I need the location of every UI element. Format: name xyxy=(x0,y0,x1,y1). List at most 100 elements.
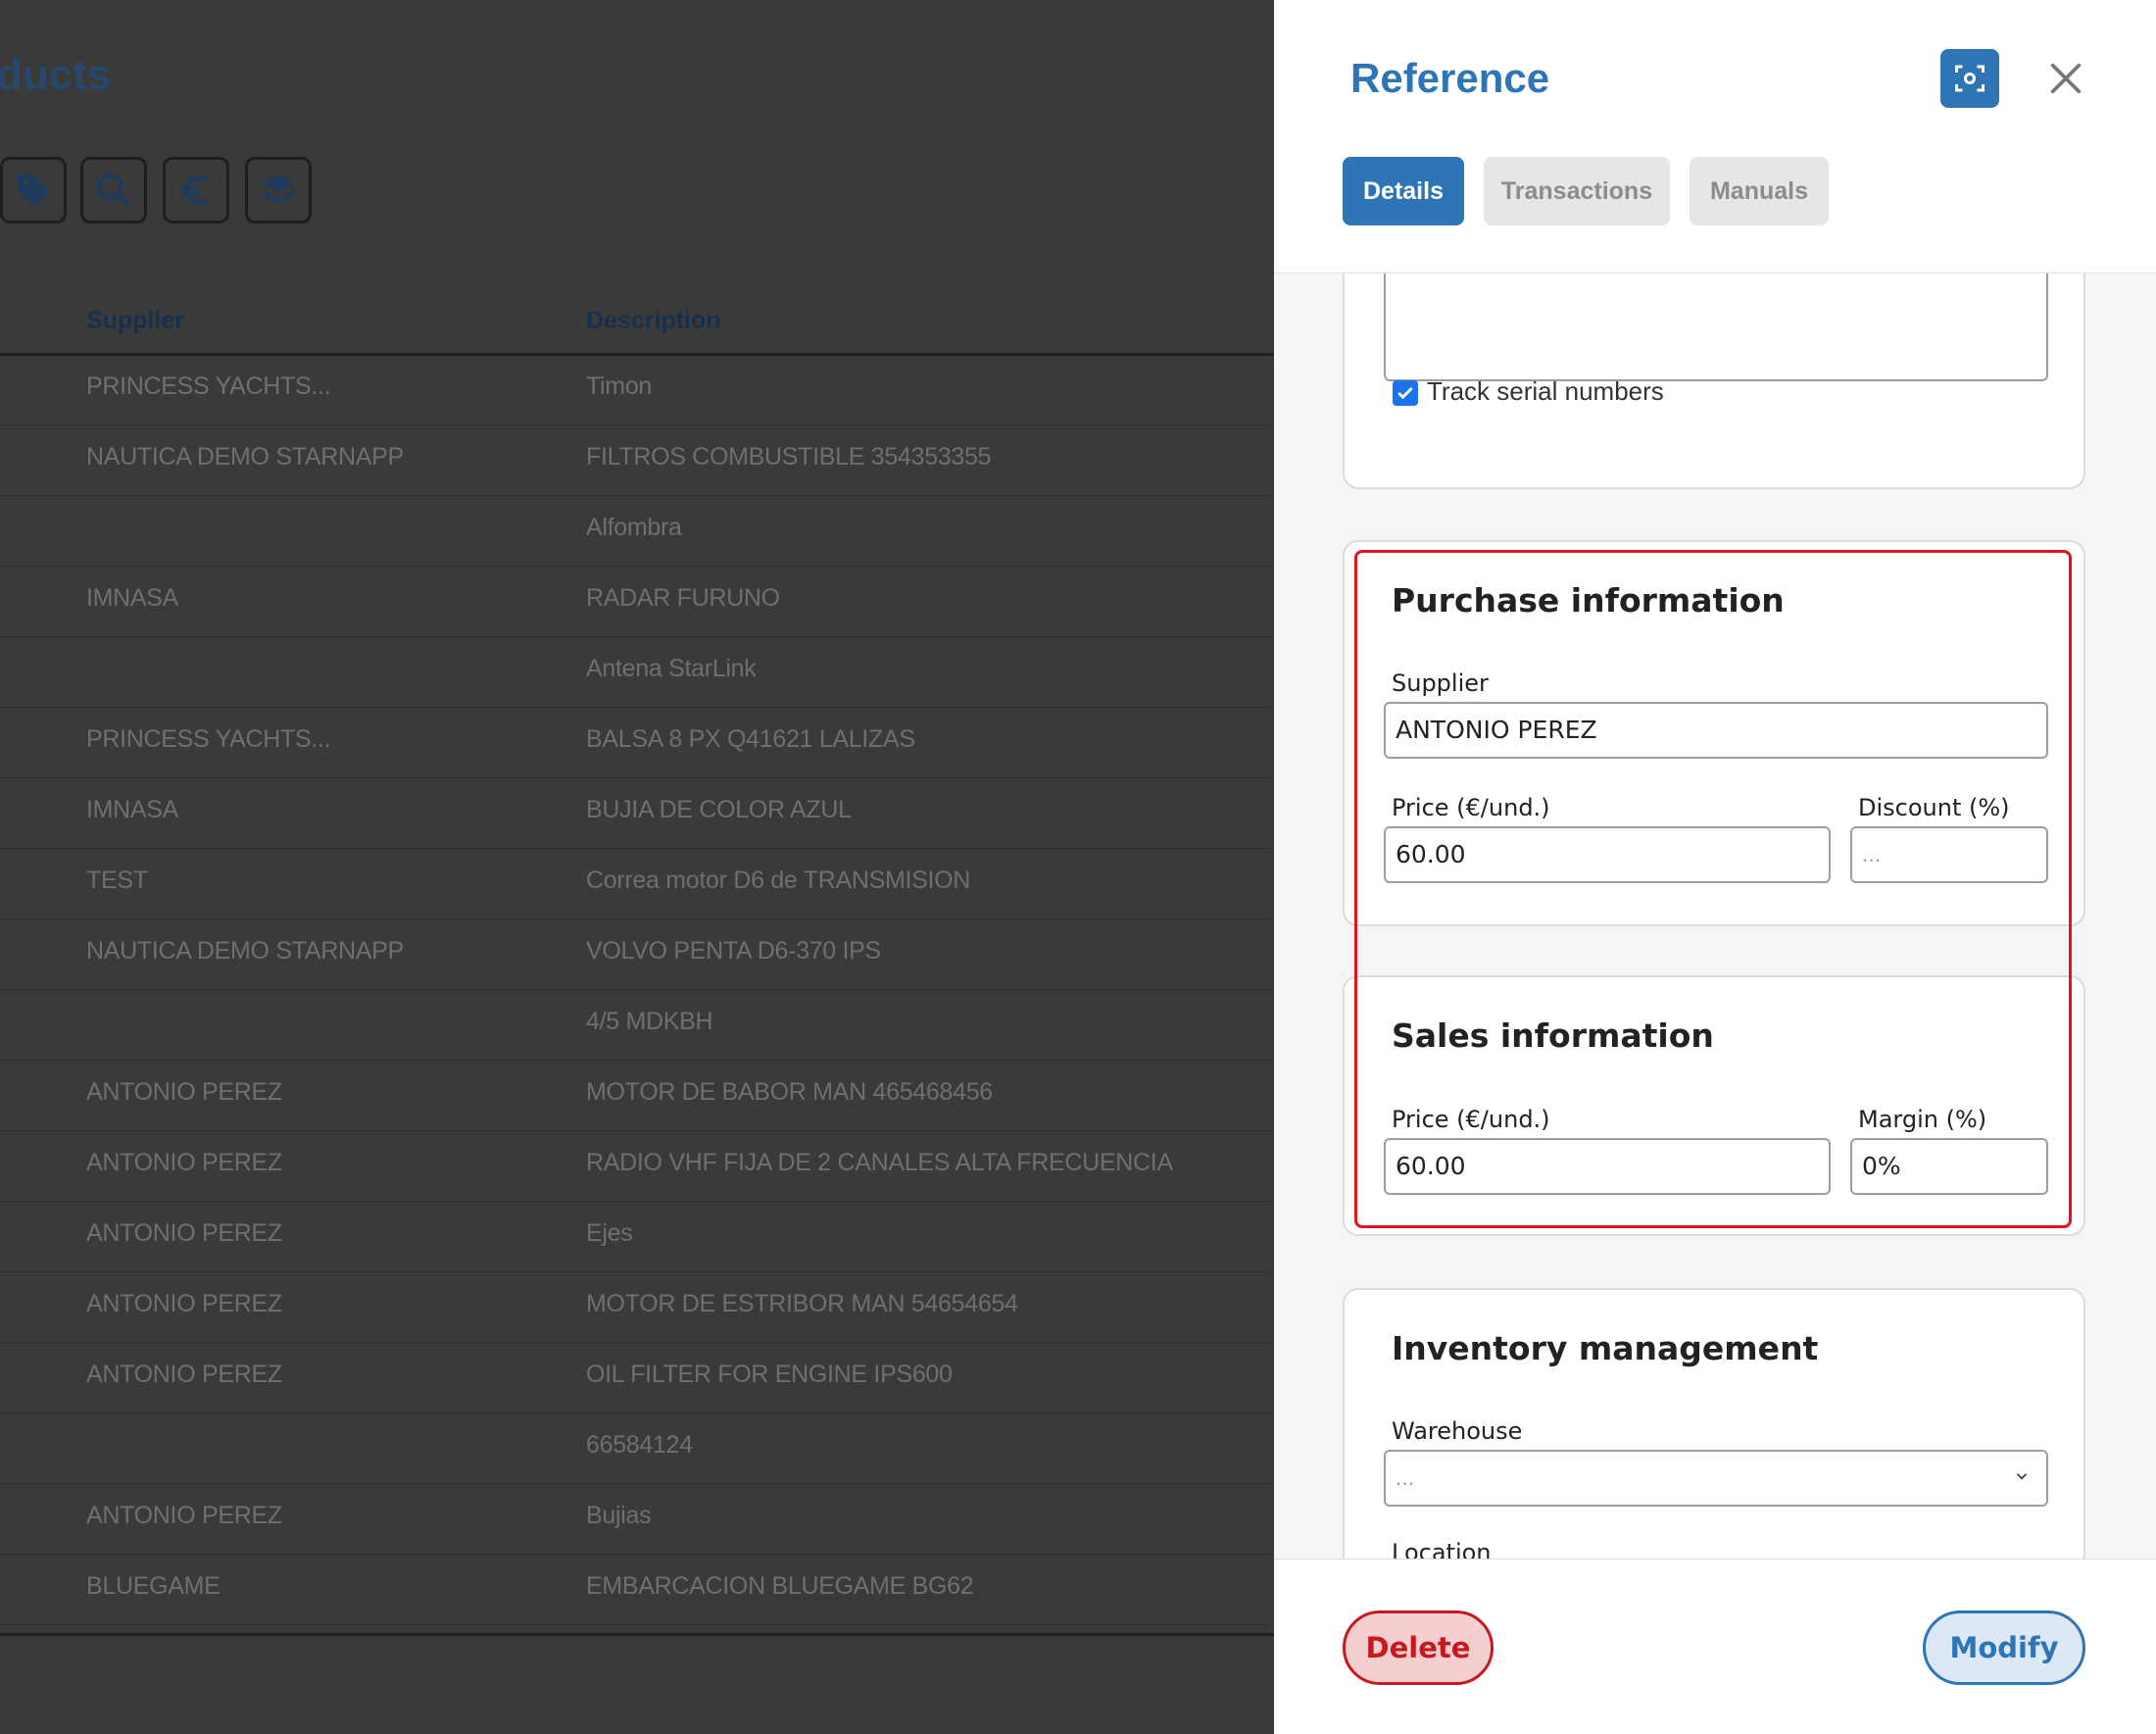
tab-manuals[interactable]: Manuals xyxy=(1690,157,1829,225)
description-cell: Correa motor D6 de TRANSMISION xyxy=(586,867,971,894)
column-header-description[interactable]: Description xyxy=(586,307,721,335)
table-row[interactable]: IMNASA RADAR FURUNO xyxy=(0,567,1274,637)
sales-price-field[interactable]: 60.00 xyxy=(1384,1138,1831,1195)
purchase-price-label: Price (€/und.) xyxy=(1392,794,1550,821)
discount-label: Discount (%) xyxy=(1858,794,2010,821)
price-filter-button[interactable] xyxy=(163,157,229,223)
table-row[interactable]: ANTONIO PEREZ MOTOR DE BABOR MAN 46546845… xyxy=(0,1061,1274,1131)
supplier-cell: PRINCESS YACHTS... xyxy=(86,372,331,400)
supplier-label: Supplier xyxy=(1392,669,1489,697)
close-icon xyxy=(2050,63,2082,94)
sales-info-card: Sales information Price (€/und.) 60.00 M… xyxy=(1343,975,2085,1236)
general-info-card: Track serial numbers xyxy=(1343,273,2085,489)
description-cell: VOLVO PENTA D6-370 IPS xyxy=(586,937,881,965)
description-cell: Alfombra xyxy=(586,514,682,541)
tag-filter-button[interactable] xyxy=(0,157,67,223)
track-serial-checkbox[interactable] xyxy=(1393,380,1418,406)
description-cell: FILTROS COMBUSTIBLE 354353355 xyxy=(586,443,992,471)
supplier-field[interactable]: ANTONIO PEREZ xyxy=(1384,702,2048,759)
table-row[interactable]: ANTONIO PEREZ OIL FILTER FOR ENGINE IPS60… xyxy=(0,1343,1274,1413)
description-cell: BALSA 8 PX Q41621 LALIZAS xyxy=(586,725,915,753)
supplier-cell: ANTONIO PEREZ xyxy=(86,1219,282,1247)
description-cell: OIL FILTER FOR ENGINE IPS600 xyxy=(586,1361,953,1388)
supplier-cell: ANTONIO PEREZ xyxy=(86,1502,282,1529)
table-row[interactable]: IMNASA BUJIA DE COLOR AZUL xyxy=(0,778,1274,849)
scan-button[interactable] xyxy=(1940,49,1999,108)
supplier-cell: IMNASA xyxy=(86,796,179,823)
inventory-card: Inventory management Warehouse ... Locat… xyxy=(1343,1288,2085,1559)
tab-transactions[interactable]: Transactions xyxy=(1484,157,1670,225)
supplier-cell: IMNASA xyxy=(86,584,179,612)
layers-icon xyxy=(261,173,296,204)
table-row[interactable]: PRINCESS YACHTS... Timon xyxy=(0,355,1274,425)
supplier-cell: ANTONIO PEREZ xyxy=(86,1078,282,1106)
euro-icon xyxy=(180,174,209,206)
table-row[interactable]: 66584124 xyxy=(0,1413,1274,1484)
products-table-body: PRINCESS YACHTS... Timon NAUTICA DEMO STAR… xyxy=(0,355,1274,1625)
supplier-cell: NAUTICA DEMO STARNAPP xyxy=(86,937,404,965)
sales-info-heading: Sales information xyxy=(1392,1016,1714,1055)
reference-drawer: Reference Details Transactions Manuals T… xyxy=(1274,0,2156,1734)
modify-button[interactable]: Modify xyxy=(1923,1610,2085,1685)
description-cell: Antena StarLink xyxy=(586,655,757,682)
delete-button[interactable]: Delete xyxy=(1343,1610,1494,1685)
table-row[interactable]: PRINCESS YACHTS... BALSA 8 PX Q41621 LALI… xyxy=(0,708,1274,778)
tab-details[interactable]: Details xyxy=(1343,157,1464,225)
sales-price-label: Price (€/und.) xyxy=(1392,1106,1550,1133)
discount-field[interactable]: ... xyxy=(1850,826,2048,883)
scan-icon xyxy=(1955,65,1984,92)
description-cell: Ejes xyxy=(586,1219,633,1247)
margin-label: Margin (%) xyxy=(1858,1106,1987,1133)
drawer-header: Reference Details Transactions Manuals xyxy=(1274,0,2156,273)
supplier-cell: ANTONIO PEREZ xyxy=(86,1149,282,1176)
search-icon xyxy=(97,173,131,208)
table-header: Supplier Description xyxy=(0,294,1274,356)
supplier-cell: ANTONIO PEREZ xyxy=(86,1290,282,1317)
column-header-supplier[interactable]: Supplier xyxy=(86,307,184,335)
close-button[interactable] xyxy=(2038,51,2093,106)
warehouse-select[interactable]: ... xyxy=(1384,1450,2048,1507)
purchase-info-heading: Purchase information xyxy=(1392,581,1785,619)
table-row[interactable]: 4/5 MDKBH xyxy=(0,990,1274,1061)
drawer-footer: Delete Modify xyxy=(1274,1559,2156,1734)
table-footer-divider xyxy=(0,1633,1274,1636)
table-row[interactable]: BLUEGAME EMBARCACION BLUEGAME BG62 xyxy=(0,1555,1274,1625)
table-row[interactable]: ANTONIO PEREZ RADIO VHF FIJA DE 2 CANALES… xyxy=(0,1131,1274,1202)
check-icon xyxy=(1397,386,1413,400)
location-label: Location xyxy=(1392,1539,1492,1559)
notes-textarea[interactable] xyxy=(1384,273,2048,381)
description-cell: RADIO VHF FIJA DE 2 CANALES ALTA FRECUEN… xyxy=(586,1149,1173,1176)
drawer-title: Reference xyxy=(1350,55,1550,101)
warehouse-select-value: ... xyxy=(1396,1466,1415,1490)
description-cell: EMBARCACION BLUEGAME BG62 xyxy=(586,1572,974,1600)
table-row[interactable]: ANTONIO PEREZ MOTOR DE ESTRIBOR MAN 54654… xyxy=(0,1272,1274,1343)
table-row[interactable]: ANTONIO PEREZ Ejes xyxy=(0,1202,1274,1272)
products-page-background: ducts Supplier Description PRINCESS YACH… xyxy=(0,0,1274,1733)
description-cell: 66584124 xyxy=(586,1431,693,1459)
supplier-cell: ANTONIO PEREZ xyxy=(86,1361,282,1388)
supplier-cell: NAUTICA DEMO STARNAPP xyxy=(86,443,404,471)
margin-field[interactable]: 0% xyxy=(1850,1138,2048,1195)
table-row[interactable]: NAUTICA DEMO STARNAPP VOLVO PENTA D6-370 … xyxy=(0,919,1274,990)
table-row[interactable]: ANTONIO PEREZ Bujias xyxy=(0,1484,1274,1555)
description-cell: Timon xyxy=(586,372,653,400)
table-row[interactable]: Alfombra xyxy=(0,496,1274,567)
drawer-scroll-area[interactable]: Track serial numbers Purchase informatio… xyxy=(1274,273,2156,1559)
warehouse-label: Warehouse xyxy=(1392,1417,1523,1445)
purchase-info-card: Purchase information Supplier ANTONIO PE… xyxy=(1343,540,2085,926)
purchase-price-field[interactable]: 60.00 xyxy=(1384,826,1831,883)
description-cell: 4/5 MDKBH xyxy=(586,1008,713,1035)
description-cell: Bujias xyxy=(586,1502,652,1529)
table-row[interactable]: TEST Correa motor D6 de TRANSMISION xyxy=(0,849,1274,919)
table-row[interactable]: Antena StarLink xyxy=(0,637,1274,708)
layers-button[interactable] xyxy=(245,157,312,223)
supplier-cell: TEST xyxy=(86,867,148,894)
description-cell: MOTOR DE ESTRIBOR MAN 54654654 xyxy=(586,1290,1018,1317)
chevron-down-icon xyxy=(2016,1473,2028,1480)
supplier-cell: BLUEGAME xyxy=(86,1572,220,1600)
inventory-heading: Inventory management xyxy=(1392,1329,1819,1367)
supplier-cell: PRINCESS YACHTS... xyxy=(86,725,331,753)
search-button[interactable] xyxy=(80,157,147,223)
description-cell: BUJIA DE COLOR AZUL xyxy=(586,796,852,823)
table-row[interactable]: NAUTICA DEMO STARNAPP FILTROS COMBUSTIBLE… xyxy=(0,425,1274,496)
